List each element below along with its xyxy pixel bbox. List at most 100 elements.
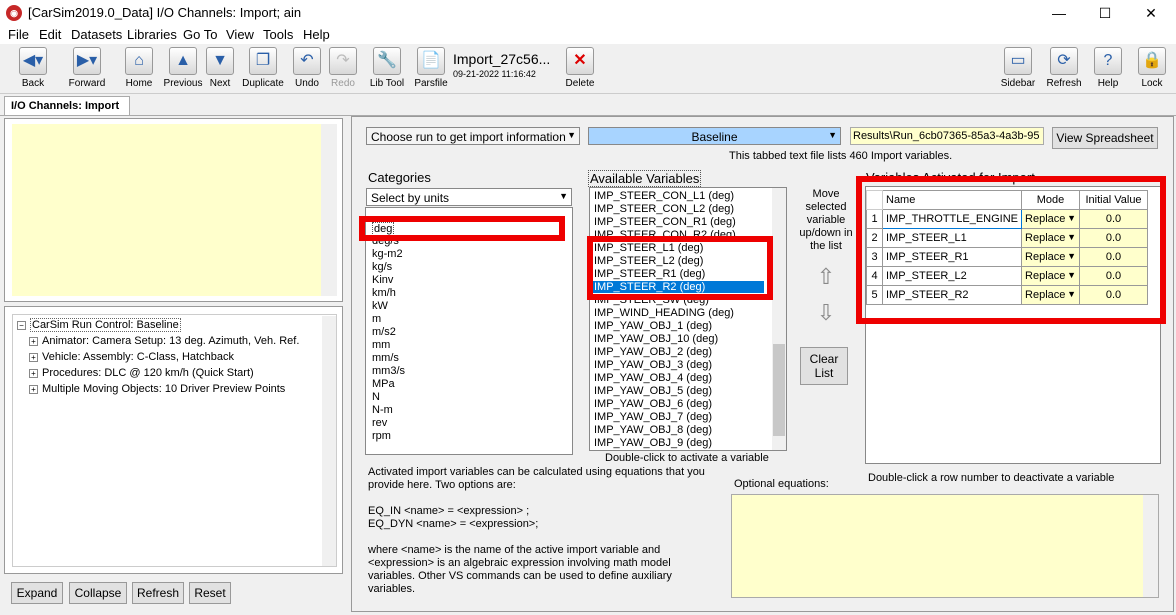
list-item[interactable]: IMP_YAW_OBJ_5 (deg) [594,385,712,397]
tree-node-run-control[interactable]: − CarSim Run Control: Baseline [17,318,181,332]
list-item[interactable]: N [372,391,380,403]
previous-button[interactable]: ▲ Previous [163,47,203,91]
activate-hint: Double-click to activate a variable [605,452,769,464]
expand-icon[interactable]: + [29,384,38,394]
list-item[interactable]: IMP_YAW_OBJ_6 (deg) [594,398,712,410]
list-item[interactable]: kW [372,300,388,312]
tree-node-animator[interactable]: + Animator: Camera Setup: 13 deg. Azimuth… [29,335,299,347]
list-item[interactable]: kg/s [372,261,392,273]
results-path-field[interactable]: Results\Run_6cb07365-85a3-4a3b-95 [850,127,1044,145]
lock-button[interactable]: 🔒 Lock [1136,47,1168,91]
lib-tool-button[interactable]: 🔧 Lib Tool [367,47,407,91]
view-spreadsheet-button[interactable]: View Spreadsheet [1052,127,1158,149]
menu-edit[interactable]: Edit [39,27,61,42]
dropdown-arrow-icon: ▼ [559,191,568,201]
list-item[interactable]: kg-m2 [372,248,403,260]
menu-tools[interactable]: Tools [263,27,293,42]
list-item[interactable]: Kinv [372,274,393,286]
maximize-button[interactable]: ☐ [1082,0,1128,26]
list-item[interactable]: IMP_WIND_HEADING (deg) [594,307,734,319]
sidebar-button[interactable]: ▭ Sidebar [1000,47,1036,91]
list-item[interactable]: m [372,313,381,325]
back-arrow-icon: ◀▾ [19,47,47,75]
tab-io-channels-import[interactable]: I/O Channels: Import [4,96,130,116]
list-item[interactable]: IMP_YAW_OBJ_2 (deg) [594,346,712,358]
list-item[interactable]: IMP_YAW_OBJ_1 (deg) [594,320,712,332]
menu-help[interactable]: Help [303,27,330,42]
minimize-button[interactable]: — [1036,0,1082,26]
equations-scrollbar[interactable] [1143,495,1158,597]
list-item[interactable]: IMP_YAW_OBJ_4 (deg) [594,372,712,384]
redo-button[interactable]: ↷ Redo [326,47,360,91]
equations-explanation-text: where <name> is the name of the active i… [368,544,672,595]
list-item[interactable]: IMP_STEER_CON_L1 (deg) [594,190,734,202]
menu-libraries[interactable]: Libraries [127,27,177,42]
notes-scrollbar[interactable] [321,124,337,296]
refresh-toolbar-button[interactable]: ⟳ Refresh [1046,47,1082,91]
expand-icon[interactable]: + [29,336,38,346]
list-item[interactable]: IMP_YAW_OBJ_7 (deg) [594,411,712,423]
list-item[interactable]: IMP_YAW_OBJ_3 (deg) [594,359,712,371]
menu-file[interactable]: File [8,27,29,42]
run-tree: − CarSim Run Control: Baseline + Animator:… [12,314,337,567]
menu-view[interactable]: View [226,27,254,42]
equations-intro-text: Activated import variables can be calcul… [368,466,705,491]
collapse-icon[interactable]: − [17,320,26,330]
list-item[interactable]: mm [372,339,390,351]
refresh-tree-button[interactable]: Refresh [132,582,184,604]
tree-scrollbar[interactable] [322,316,336,566]
home-button[interactable]: ⌂ Home [123,47,155,91]
reset-button[interactable]: Reset [189,582,231,604]
available-variables-list: IMP_STEER_CON_L1 (deg) IMP_STEER_CON_L2 … [589,187,787,451]
list-item[interactable]: m/s2 [372,326,396,338]
highlight-box-activated [856,176,1166,324]
list-item[interactable]: IMP_YAW_OBJ_8 (deg) [594,424,712,436]
tree-node-vehicle[interactable]: + Vehicle: Assembly: C-Class, Hatchback [29,351,234,363]
list-item[interactable]: km/h [372,287,396,299]
list-item[interactable]: rpm [372,430,391,442]
tree-node-procedures[interactable]: + Procedures: DLC @ 120 km/h (Quick Start… [29,367,254,379]
close-window-button[interactable]: ✕ [1128,0,1174,26]
undo-button[interactable]: ↶ Undo [290,47,324,91]
forward-button[interactable]: ▶▾ Forward [62,47,112,91]
run-select-dropdown[interactable]: Choose run to get import information ▼ [366,127,580,145]
menu-goto[interactable]: Go To [183,27,217,42]
optional-equations-text-area[interactable] [731,494,1159,598]
list-item[interactable]: IMP_YAW_OBJ_9 (deg) [594,437,712,449]
list-item[interactable]: IMP_STEER_CON_R1 (deg) [594,216,736,228]
delete-button[interactable]: ✕ Delete [562,47,598,91]
list-item[interactable]: mm/s [372,352,399,364]
list-item[interactable]: mm3/s [372,365,405,377]
notes-text-area[interactable] [12,124,321,296]
clear-list-button[interactable]: Clear List [800,347,848,385]
baseline-dropdown[interactable]: Baseline ▼ [588,127,841,145]
next-button[interactable]: ▼ Next [204,47,236,91]
help-button[interactable]: ? Help [1092,47,1124,91]
parsfile-button[interactable]: 📄 Parsfile [413,47,449,91]
list-item[interactable]: rev [372,417,387,429]
tree-node-moving-objects[interactable]: + Multiple Moving Objects: 10 Driver Prev… [29,383,285,395]
list-item[interactable]: IMP_YAW_OBJ_10 (deg) [594,333,718,345]
duplicate-button[interactable]: ❐ Duplicate [240,47,286,91]
optional-equations-label: Optional equations: [734,478,829,490]
categories-title: Categories [368,170,431,185]
expand-button[interactable]: Expand [11,582,63,604]
back-button[interactable]: ◀▾ Back [8,47,58,91]
available-scrollbar-thumb[interactable] [773,344,785,436]
move-hint: Move selected variable up/down in the li… [799,188,853,252]
expand-icon[interactable]: + [29,368,38,378]
move-down-arrow-icon[interactable]: ⇩ [811,300,841,330]
menu-datasets[interactable]: Datasets [71,27,122,42]
move-up-arrow-icon[interactable]: ⇧ [811,264,841,294]
list-item[interactable]: N-m [372,404,393,416]
carsim-app-icon: ◉ [6,5,22,21]
list-item[interactable]: IMP_STEER_CON_L2 (deg) [594,203,734,215]
dataset-name: Import_27c56... [453,51,551,67]
expand-icon[interactable]: + [29,352,38,362]
list-item[interactable]: MPa [372,378,395,390]
delete-x-icon: ✕ [566,47,594,75]
forward-arrow-icon: ▶▾ [73,47,101,75]
collapse-button[interactable]: Collapse [69,582,127,604]
categories-list: deg deg/s kg-m2 kg/s Kinv km/h kW m m/s2… [365,207,573,455]
categories-filter-dropdown[interactable]: Select by units ▼ [366,188,572,206]
